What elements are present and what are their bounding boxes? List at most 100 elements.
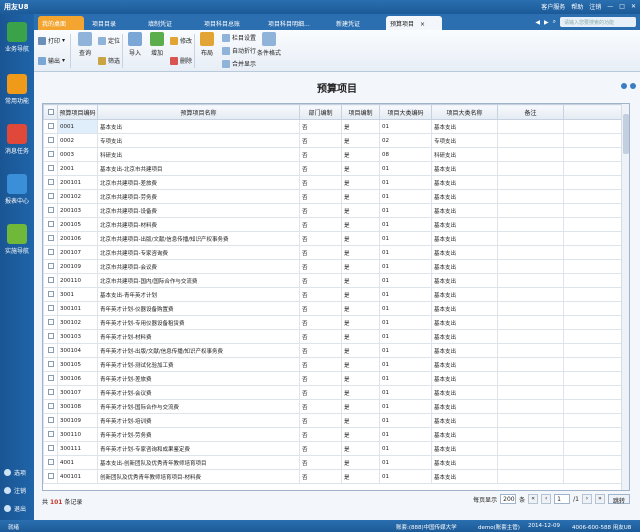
row-checkbox[interactable] [43, 231, 58, 246]
cell-remark[interactable] [497, 133, 564, 148]
cell-category-name[interactable]: 基本支出 [431, 441, 498, 456]
cell-code[interactable]: 300102 [57, 315, 98, 330]
cell-project[interactable]: 是 [341, 385, 380, 400]
cell-category-name[interactable]: 基本支出 [431, 175, 498, 190]
cell-category-code[interactable]: 01 [379, 343, 432, 358]
cell-remark[interactable] [497, 119, 564, 134]
cell-category-name[interactable]: 基本支出 [431, 357, 498, 372]
col-header-name[interactable]: 预算项目名称 [97, 104, 300, 120]
cell-name[interactable]: 北京市共建项目-劳务费 [97, 189, 300, 204]
cell-remark[interactable] [497, 245, 564, 260]
table-row[interactable]: 300111 青年英才计划-专家咨询和成果鉴定费否是 01 基本支出 [43, 441, 624, 456]
cell-dept[interactable]: 否 [299, 259, 342, 274]
cell-category-code[interactable]: 01 [379, 231, 432, 246]
cell-category-name[interactable]: 基本支出 [431, 455, 498, 470]
table-row[interactable]: 300104 青年英才计划-出版/文献/信息传播/知识产权事务费否是 01 基本支出 [43, 343, 624, 358]
cell-dept[interactable]: 否 [299, 175, 342, 190]
cell-category-name[interactable]: 科研支出 [431, 147, 498, 162]
query-button[interactable]: 查询 [74, 32, 96, 57]
row-checkbox[interactable] [43, 413, 58, 428]
cell-name[interactable]: 青年英才计划-国际合作与交流费 [97, 399, 300, 414]
table-row[interactable]: 200109 北京市共建项目-会议费否是 01 基本支出 [43, 259, 624, 274]
cell-remark[interactable] [497, 441, 564, 456]
cell-code[interactable]: 2001 [57, 161, 98, 176]
column-settings-button[interactable]: 栏目设置 [222, 33, 256, 42]
cell-remark[interactable] [497, 203, 564, 218]
filter-button[interactable]: 筛选 [98, 56, 120, 65]
cell-category-code[interactable]: 08 [379, 147, 432, 162]
col-header-dept[interactable]: 部门编制 [299, 104, 342, 120]
table-row[interactable]: 300107 青年英才计划-会议费否是 01 基本支出 [43, 385, 624, 400]
cell-remark[interactable] [497, 357, 564, 372]
table-row[interactable]: 200106 北京市共建项目-出版/文献/信息传播/知识产权事务费否是 01 基本支出 [43, 231, 624, 246]
cell-name[interactable]: 青年英才计划-劳务费 [97, 427, 300, 442]
cell-category-code[interactable]: 01 [379, 455, 432, 470]
cell-name[interactable]: 青年英才计划-材料费 [97, 329, 300, 344]
print-button[interactable]: 打印 ▾ [38, 36, 65, 45]
cell-category-code[interactable]: 01 [379, 119, 432, 134]
cell-category-code[interactable]: 01 [379, 427, 432, 442]
cell-name[interactable]: 青年英才计划-差旅费 [97, 371, 300, 386]
row-checkbox[interactable] [43, 371, 58, 386]
cell-code[interactable]: 300105 [57, 357, 98, 372]
cell-dept[interactable]: 否 [299, 399, 342, 414]
cell-code[interactable]: 300111 [57, 441, 98, 456]
cell-dept[interactable]: 否 [299, 119, 342, 134]
col-header-remark[interactable]: 备注 [497, 104, 564, 120]
table-row[interactable]: 200103 北京市共建项目-设备费否是 01 基本支出 [43, 203, 624, 218]
tab-nav-right-icon[interactable]: ▶ [544, 19, 549, 26]
cell-code[interactable]: 0002 [57, 133, 98, 148]
cell-dept[interactable]: 否 [299, 301, 342, 316]
cell-remark[interactable] [497, 399, 564, 414]
col-header-code[interactable]: 预算项目编码 [57, 104, 98, 120]
cell-project[interactable]: 是 [341, 371, 380, 386]
row-checkbox[interactable] [43, 245, 58, 260]
row-checkbox[interactable] [43, 455, 58, 470]
cell-category-code[interactable]: 01 [379, 287, 432, 302]
cell-name[interactable]: 青年英才计划-培训费 [97, 413, 300, 428]
cell-remark[interactable] [497, 301, 564, 316]
table-row[interactable]: 300110 青年英才计划-劳务费否是 01 基本支出 [43, 427, 624, 442]
cell-name[interactable]: 北京市共建项目-材料费 [97, 217, 300, 232]
cell-code[interactable]: 200106 [57, 231, 98, 246]
row-checkbox[interactable] [43, 133, 58, 148]
cell-project[interactable]: 是 [341, 189, 380, 204]
cell-dept[interactable]: 否 [299, 441, 342, 456]
cell-code[interactable]: 200109 [57, 259, 98, 274]
cell-project[interactable]: 是 [341, 119, 380, 134]
delete-button[interactable]: 删除 [170, 56, 192, 65]
cell-name[interactable]: 北京市共建项目-差旅费 [97, 175, 300, 190]
table-row[interactable]: 0003 科研支出否是 08 科研支出 [43, 147, 624, 162]
cell-code[interactable]: 300109 [57, 413, 98, 428]
cell-remark[interactable] [497, 315, 564, 330]
cell-category-code[interactable]: 01 [379, 245, 432, 260]
row-checkbox[interactable] [43, 343, 58, 358]
tab-budget-items[interactable]: 预算项目 × [386, 16, 442, 30]
row-checkbox[interactable] [43, 357, 58, 372]
cell-code[interactable]: 300104 [57, 343, 98, 358]
cell-category-name[interactable]: 基本支出 [431, 399, 498, 414]
cell-dept[interactable]: 否 [299, 329, 342, 344]
cell-project[interactable]: 是 [341, 427, 380, 442]
cell-remark[interactable] [497, 273, 564, 288]
cell-dept[interactable]: 否 [299, 413, 342, 428]
table-row[interactable]: 4001 基本支出-创新团队及优秀青年教师培育项目否是 01 基本支出 [43, 455, 624, 470]
cell-project[interactable]: 是 [341, 147, 380, 162]
cell-project[interactable]: 是 [341, 343, 380, 358]
cell-code[interactable]: 300106 [57, 371, 98, 386]
table-row[interactable]: 300103 青年英才计划-材料费否是 01 基本支出 [43, 329, 624, 344]
cell-code[interactable]: 200102 [57, 189, 98, 204]
cell-remark[interactable] [497, 175, 564, 190]
help-icon[interactable] [630, 83, 636, 89]
cell-remark[interactable] [497, 287, 564, 302]
row-checkbox[interactable] [43, 217, 58, 232]
cell-remark[interactable] [497, 329, 564, 344]
cell-dept[interactable]: 否 [299, 287, 342, 302]
cell-project[interactable]: 是 [341, 259, 380, 274]
cell-remark[interactable] [497, 469, 564, 484]
cell-category-name[interactable]: 基本支出 [431, 371, 498, 386]
table-row[interactable]: 300105 青年英才计划-测试化验加工费否是 01 基本支出 [43, 357, 624, 372]
row-checkbox[interactable] [43, 175, 58, 190]
cell-category-code[interactable]: 01 [379, 413, 432, 428]
page-size-input[interactable]: 200 [500, 494, 517, 504]
